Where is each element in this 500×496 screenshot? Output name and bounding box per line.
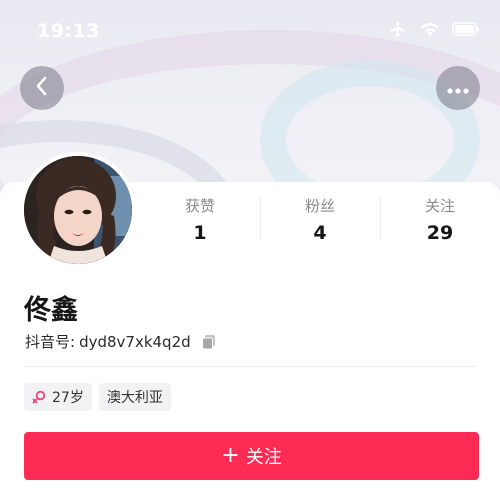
stat-likes[interactable]: 获赞 1 — [140, 196, 260, 244]
douyin-id-value: dyd8v7xk4q2d — [79, 332, 191, 351]
profile-stats: 获赞 1 粉丝 4 关注 29 — [140, 196, 500, 244]
stat-followers[interactable]: 粉丝 4 — [260, 196, 380, 244]
airplane-icon — [388, 20, 408, 38]
location-tag-label: 澳大利亚 — [106, 390, 163, 406]
profile-name: 佟鑫 — [24, 295, 78, 326]
avatar[interactable] — [20, 152, 136, 268]
location-tag: 澳大利亚 — [98, 383, 171, 411]
stat-likes-label: 获赞 — [184, 197, 215, 215]
profile-screen: 19:13 获赞 1 粉丝 4 关注 29 佟鑫 抖音号: dyd8v7xk4q… — [0, 0, 500, 496]
follow-button[interactable]: + 关注 — [24, 432, 479, 480]
douyin-id-label: 抖音号: — [25, 333, 76, 351]
stat-likes-value: 1 — [193, 222, 207, 244]
ellipsis-icon — [447, 79, 469, 98]
follow-button-label: 关注 — [245, 447, 282, 468]
douyin-id-row: 抖音号: dyd8v7xk4q2d — [25, 331, 217, 352]
profile-tags: 27岁 澳大利亚 — [24, 383, 171, 411]
wifi-icon — [420, 21, 440, 37]
divider — [24, 366, 476, 367]
status-bar: 19:13 — [0, 0, 500, 60]
age-tag: 27岁 — [24, 383, 92, 411]
age-tag-label: 27岁 — [52, 390, 84, 406]
stat-following-label: 关注 — [424, 197, 455, 215]
plus-icon: + — [221, 443, 240, 468]
status-time: 19:13 — [37, 20, 100, 42]
chevron-left-icon — [33, 75, 51, 101]
stat-followers-value: 4 — [313, 222, 327, 244]
stat-following[interactable]: 关注 29 — [380, 196, 500, 244]
copy-icon[interactable] — [201, 334, 217, 350]
stat-following-value: 29 — [426, 222, 454, 244]
battery-icon — [452, 22, 480, 36]
back-button[interactable] — [20, 66, 64, 110]
stat-followers-label: 粉丝 — [304, 197, 335, 215]
female-icon — [32, 390, 46, 404]
more-options-button[interactable] — [436, 66, 480, 110]
